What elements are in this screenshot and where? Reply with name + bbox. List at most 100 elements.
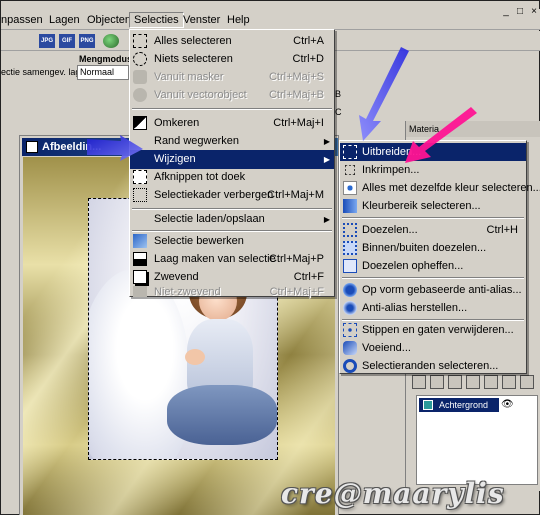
menu-item-label: Wijzigen (154, 153, 196, 165)
submenu-item-select-borders[interactable]: Selectieranden selecteren... (340, 357, 526, 375)
blend-mode-select[interactable]: Normaal (77, 65, 129, 80)
child-hands (185, 349, 205, 365)
menu-item-select-none[interactable]: Niets selecteren Ctrl+D (130, 50, 334, 69)
menu-item-modify[interactable]: Wijzigen ▶ (130, 150, 334, 169)
document-icon (26, 141, 38, 153)
gif-icon[interactable]: GIF (59, 34, 75, 48)
menu-separator (132, 108, 332, 110)
new-mask-icon[interactable] (484, 375, 498, 389)
menu-item-label: Vanuit vectorobject (154, 89, 247, 101)
minimize-icon[interactable]: _ (501, 7, 511, 17)
vector-icon (133, 88, 147, 102)
new-art-layer-icon[interactable] (448, 375, 462, 389)
menu-item-load-save-selection[interactable]: Selectie laden/opslaan ▶ (130, 210, 334, 229)
layer-list: Achtergrond 👁 (416, 395, 538, 485)
menubar: npassen Lagen Objecten Selecties Venster… (1, 9, 540, 30)
close-icon[interactable]: × (529, 7, 539, 17)
menu-item-from-mask[interactable]: Vanuit masker Ctrl+Maj+S (130, 68, 334, 87)
menu-item-promote-to-layer[interactable]: Laag maken van selectie Ctrl+Maj+P (130, 250, 334, 269)
restore-icon[interactable]: □ (515, 7, 525, 17)
menu-item-label: Selectieranden selecteren... (362, 360, 499, 372)
submenu-item-feather[interactable]: Doezelen... Ctrl+H (340, 221, 526, 239)
submenu-item-expand[interactable]: Uitbreiden... (340, 143, 526, 161)
defloat-icon (133, 286, 147, 297)
menu-item-label: Anti-alias herstellen... (362, 302, 468, 314)
layer-row[interactable]: Achtergrond (419, 398, 499, 412)
menu-item-label: Selectie bewerken (154, 235, 244, 247)
feather-icon (343, 223, 357, 237)
submenu-item-recover-antialias[interactable]: Anti-alias herstellen... (340, 299, 526, 317)
menu-item-invert[interactable]: Omkeren Ctrl+Maj+I (130, 114, 334, 133)
menu-item-shortcut: Ctrl+D (292, 53, 324, 65)
edit-selection-icon (133, 234, 147, 248)
invert-icon (133, 116, 147, 130)
float-icon (133, 270, 147, 284)
tab-b[interactable]: B (335, 89, 341, 99)
menu-item-crop-to-canvas[interactable]: Afknippen tot doek (130, 168, 334, 187)
jpeg-icon[interactable]: JPG (39, 34, 55, 48)
menu-help[interactable]: Help (223, 12, 254, 28)
selecties-menu: Alles selecteren Ctrl+A Niets selecteren… (129, 29, 335, 298)
submenu-item-contract[interactable]: Inkrimpen... (340, 161, 526, 179)
wijzigen-submenu: Uitbreiden... Inkrimpen... Alles met dez… (339, 140, 540, 375)
new-vector-layer-icon[interactable] (430, 375, 444, 389)
menu-item-defloat[interactable]: Niet-zwevend Ctrl+Maj+F (130, 286, 334, 298)
menu-item-hide-marquee[interactable]: Selectiekader verbergen Ctrl+Maj+M (130, 186, 334, 205)
menu-separator (342, 217, 524, 219)
submenu-item-remove-specks[interactable]: Stippen en gaten verwijderen... (340, 321, 526, 339)
menu-item-label: Zwevend (154, 271, 199, 283)
new-raster-layer-icon[interactable] (412, 375, 426, 389)
menu-item-label: Niet-zwevend (154, 286, 221, 298)
menu-item-shortcut: Ctrl+Maj+I (273, 117, 324, 129)
menu-item-label: Afknippen tot doek (154, 171, 246, 183)
visibility-eye-icon[interactable]: 👁 (501, 398, 517, 412)
layer-thumbnail-icon (423, 400, 433, 410)
menu-item-edit-selection[interactable]: Selectie bewerken (130, 232, 334, 251)
menu-item-label: Selectie laden/opslaan (154, 213, 265, 225)
menu-item-label: Doezelen... (362, 224, 418, 236)
web-icon[interactable] (103, 34, 119, 48)
png-icon[interactable]: PNG (79, 34, 95, 48)
select-none-icon (133, 52, 147, 66)
menu-item-label: Rand wegwerken (154, 135, 239, 147)
menu-item-shortcut: Ctrl+F (293, 271, 324, 283)
crop-canvas-icon (133, 170, 147, 184)
materials-panel-title: Materia (406, 121, 540, 137)
submenu-item-unfeather[interactable]: Doezelen opheffen... (340, 257, 526, 275)
smooth-icon (343, 341, 357, 355)
remove-specks-icon (343, 323, 357, 337)
menu-item-defringe[interactable]: Rand wegwerken ▶ (130, 132, 334, 151)
submenu-arrow-icon: ▶ (323, 215, 330, 224)
menu-selecties[interactable]: Selecties (129, 12, 184, 28)
color-range-icon (343, 199, 357, 213)
menu-venster[interactable]: Venster (179, 12, 224, 28)
adjust-layer-icon[interactable] (502, 375, 516, 389)
menu-lagen[interactable]: Lagen (45, 12, 84, 28)
unfeather-icon (343, 259, 357, 273)
blue-arrow-uitbreiden (359, 47, 409, 141)
tab-c[interactable]: C (335, 107, 342, 117)
menu-item-label: Omkeren (154, 117, 200, 129)
menu-item-select-all[interactable]: Alles selecteren Ctrl+A (130, 32, 334, 51)
menu-item-label: Inkrimpen... (362, 164, 420, 176)
menu-item-label: Kleurbereik selecteren... (362, 200, 481, 212)
menu-item-float[interactable]: Zwevend Ctrl+F (130, 268, 334, 287)
submenu-arrow-icon: ▶ (323, 155, 330, 164)
submenu-item-color-range[interactable]: Kleurbereik selecteren... (340, 197, 526, 215)
submenu-item-inside-outside-feather[interactable]: Binnen/buiten doezelen... (340, 239, 526, 257)
submenu-item-select-similar[interactable]: Alles met dezelfde kleur selecteren... (340, 179, 540, 197)
menu-item-label: Niets selecteren (154, 53, 233, 65)
mask-icon (133, 70, 147, 84)
submenu-item-shape-antialias[interactable]: Op vorm gebaseerde anti-alias... (340, 281, 526, 299)
submenu-item-smooth[interactable]: Voeiend... (340, 339, 526, 357)
menu-item-label: Alles met dezelfde kleur selecteren... (362, 182, 540, 194)
antialias-icon (343, 283, 357, 297)
delete-layer-icon[interactable] (520, 375, 534, 389)
new-group-icon[interactable] (466, 375, 480, 389)
select-similar-icon (343, 181, 357, 195)
menu-aanpassen[interactable]: npassen (0, 12, 47, 28)
menu-objecten[interactable]: Objecten (83, 12, 135, 28)
menu-item-shortcut: Ctrl+Maj+S (268, 71, 324, 83)
menu-item-from-vector[interactable]: Vanuit vectorobject Ctrl+Maj+B (130, 86, 334, 105)
menu-item-shortcut: Ctrl+H (486, 224, 518, 236)
